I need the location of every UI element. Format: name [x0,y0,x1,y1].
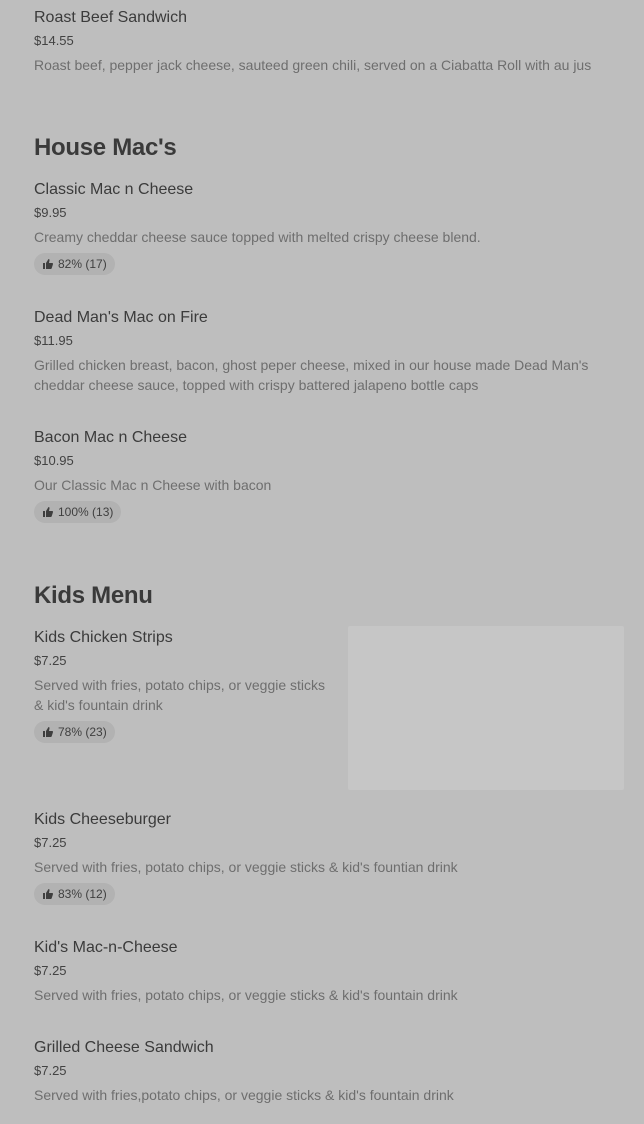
rating-text: 82% (17) [58,257,107,271]
rating-badge: 83% (12) [34,883,115,905]
menu-item-classic-mac-n-cheese[interactable]: Classic Mac n Cheese $9.95 Creamy chedda… [34,180,624,275]
menu-item-dead-mans-mac-on-fire[interactable]: Dead Man's Mac on Fire $11.95 Grilled ch… [34,308,614,395]
section-title-kids-menu: Kids Menu [34,582,153,609]
thumbs-up-icon [43,259,54,269]
item-description: Roast beef, pepper jack cheese, sauteed … [34,57,592,73]
thumbs-up-icon [43,727,54,737]
item-name: Grilled Cheese Sandwich [34,1039,214,1056]
menu-item-kids-mac-n-cheese[interactable]: Kid's Mac-n-Cheese $7.25 Served with fri… [34,938,624,1005]
thumbs-up-icon [43,889,54,899]
menu-item-roast-beef-sandwich[interactable]: Roast Beef Sandwich $14.55 Roast beef, p… [34,8,624,75]
item-price: $7.25 [34,835,67,850]
rating-badge: 100% (13) [34,501,122,523]
menu-page: Roast Beef Sandwich $14.55 Roast beef, p… [0,0,644,1124]
item-description: Served with fries, potato chips, or vegg… [34,987,458,1003]
rating-text: 78% (23) [58,725,107,739]
item-description: Our Classic Mac n Cheese with bacon [34,477,272,493]
thumbs-up-icon [43,507,54,517]
rating-badge: 78% (23) [34,721,115,743]
menu-item-kids-chicken-strips[interactable]: Kids Chicken Strips $7.25 Served with fr… [34,628,334,743]
item-name: Classic Mac n Cheese [34,181,194,198]
item-name: Kid's Mac-n-Cheese [34,939,178,956]
rating-badge: 82% (17) [34,253,115,275]
item-description: Served with fries, potato chips, or vegg… [34,677,326,713]
item-price: $9.95 [34,205,67,220]
item-description: Grilled chicken breast, bacon, ghost pep… [34,357,589,393]
item-price: $7.25 [34,653,67,668]
item-price: $7.25 [34,963,67,978]
item-name: Kids Chicken Strips [34,629,173,646]
item-name: Roast Beef Sandwich [34,9,187,26]
item-description: Served with fries,potato chips, or veggi… [34,1087,454,1103]
section-title-house-macs: House Mac's [34,134,177,161]
item-price: $11.95 [34,333,73,348]
item-description: Served with fries, potato chips, or vegg… [34,859,458,875]
item-price: $7.25 [34,1063,67,1078]
item-name: Dead Man's Mac on Fire [34,309,208,326]
item-price: $10.95 [34,453,74,468]
item-photo-placeholder[interactable] [348,626,624,790]
item-name: Bacon Mac n Cheese [34,429,187,446]
menu-item-kids-cheeseburger[interactable]: Kids Cheeseburger $7.25 Served with frie… [34,810,624,905]
rating-text: 83% (12) [58,887,107,901]
item-price: $14.55 [34,33,74,48]
rating-text: 100% (13) [58,505,114,519]
item-description: Creamy cheddar cheese sauce topped with … [34,229,481,245]
item-name: Kids Cheeseburger [34,811,171,828]
menu-item-bacon-mac-n-cheese[interactable]: Bacon Mac n Cheese $10.95 Our Classic Ma… [34,428,624,523]
menu-item-grilled-cheese-sandwich[interactable]: Grilled Cheese Sandwich $7.25 Served wit… [34,1038,624,1105]
